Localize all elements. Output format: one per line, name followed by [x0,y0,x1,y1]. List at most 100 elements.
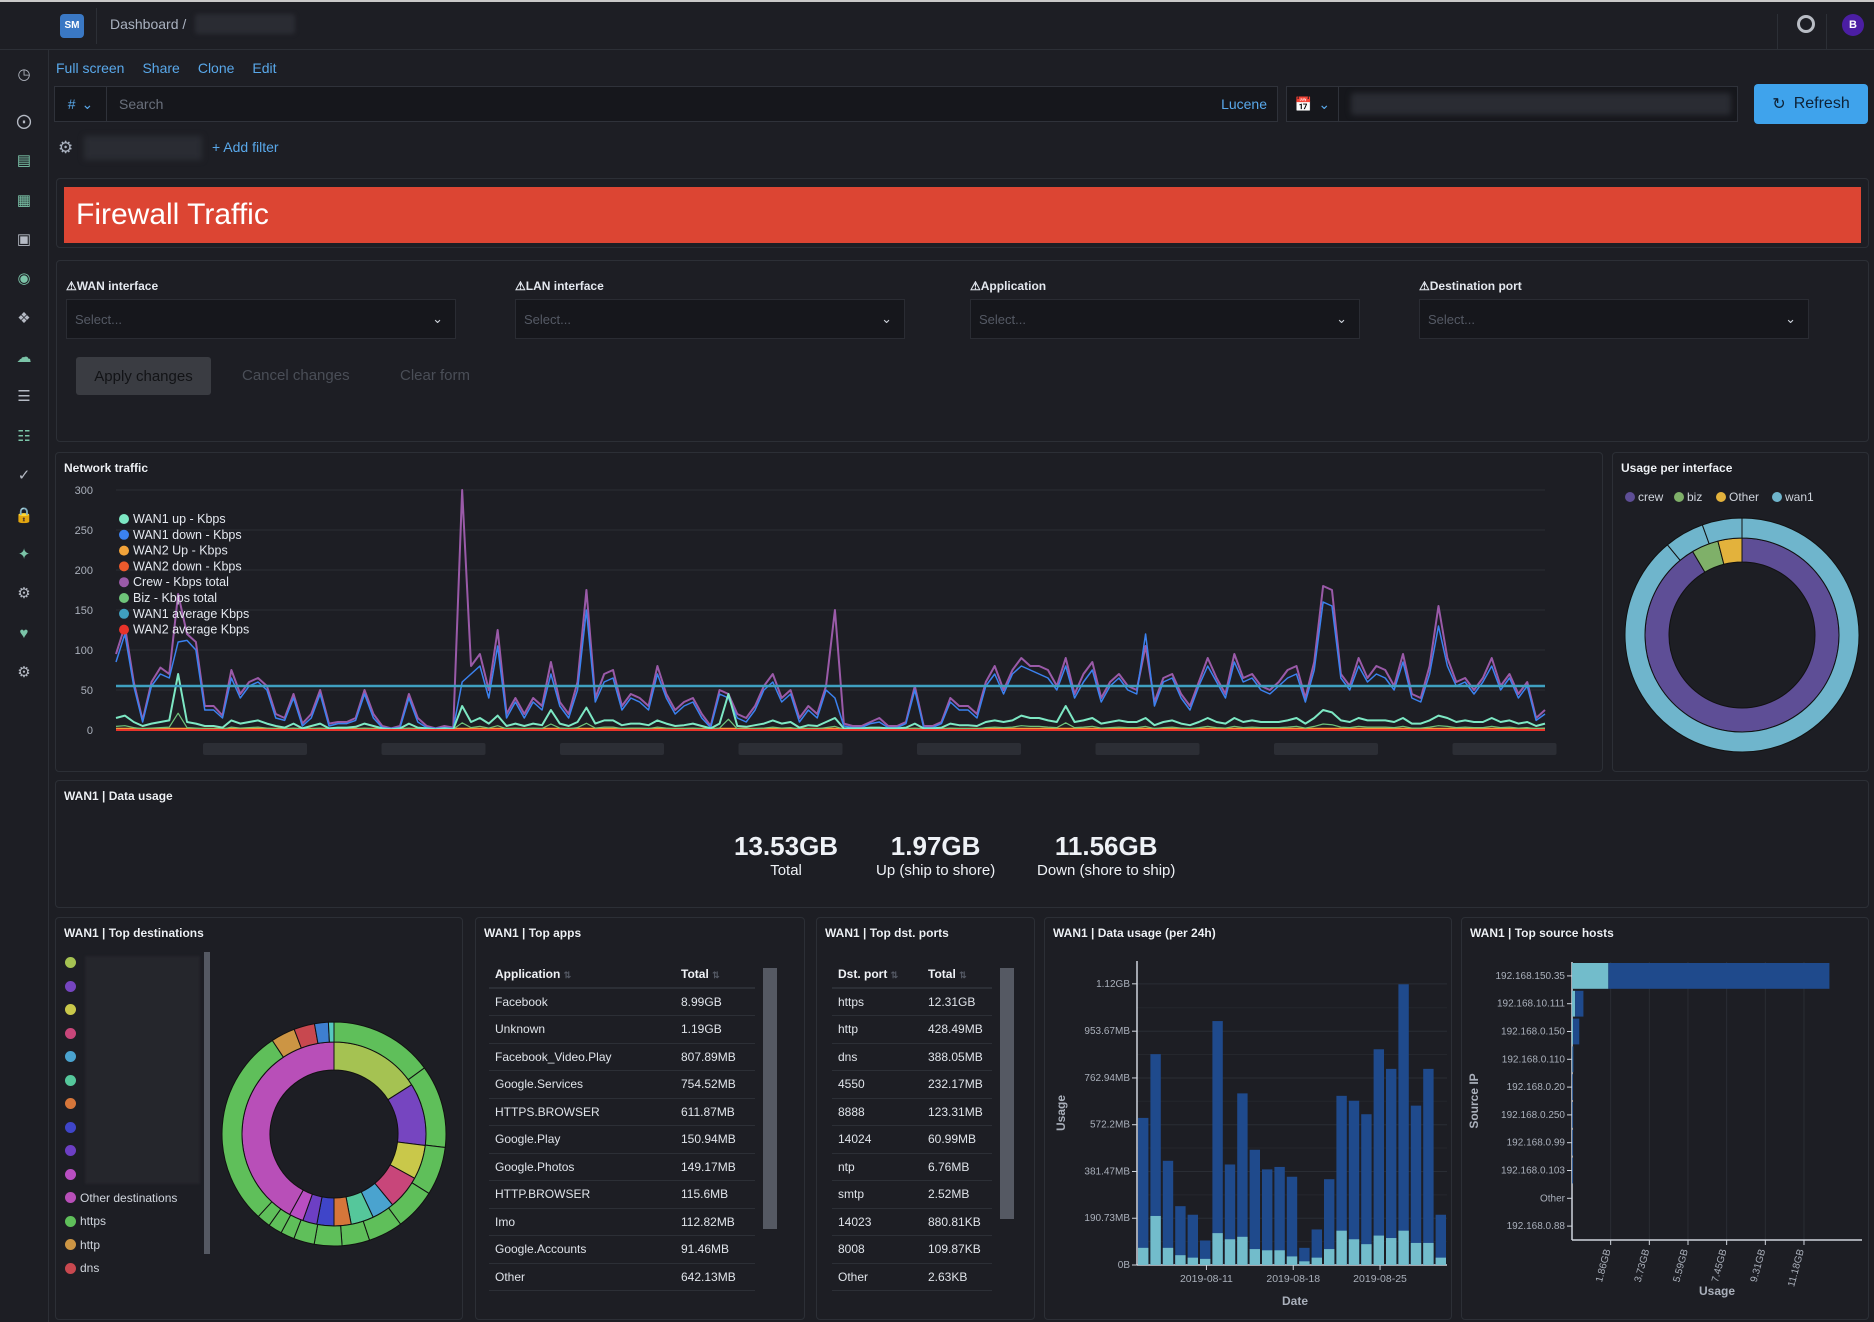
table-row[interactable]: 8888 123.31MB [832,1098,992,1126]
table-row[interactable]: 14024 60.99MB [832,1125,992,1154]
table-row[interactable]: HTTP.BROWSER 115.6MB [489,1180,755,1209]
table-row[interactable]: Facebook 8.99GB [489,988,755,1016]
stat-label: Down (shore to ship) [1037,862,1176,879]
refresh-button[interactable]: ↻ Refresh [1754,84,1868,124]
column-header[interactable]: Total ⇅ [675,961,755,989]
management-icon[interactable]: ⚙ [14,662,34,682]
table-header-row: Application ⇅ Total ⇅ [489,961,755,989]
search-input[interactable] [107,96,1222,112]
help-icon[interactable] [1797,15,1815,33]
tick-label: 0 [87,725,93,737]
bar-down [1573,1018,1580,1045]
stat-label: Up (ship to shore) [876,862,996,879]
query-language-toggle[interactable]: # ⌄ [55,87,107,121]
y-tick-label: 192.168.0.250 [1501,1110,1565,1121]
full-screen-link[interactable]: Full screen [56,60,124,76]
table-scrollbar[interactable] [763,968,777,1229]
table-header-row: Dst. port ⇅ Total ⇅ [832,961,992,989]
table-row[interactable]: Google.Services 754.52MB [489,1070,755,1099]
dashboard-icon[interactable]: ▦ [14,190,34,210]
siem-icon[interactable]: 🔒 [14,505,34,525]
table-row[interactable]: Google.Photos 149.17MB [489,1153,755,1181]
quick-date-button[interactable]: 📅 ⌄ [1287,87,1339,121]
bar-up [1187,1257,1198,1265]
legend-label: Crew - Kbps total [133,575,229,589]
top-source-hosts-chart[interactable]: 1.86GB 3.73GB 5.59GB 7.45GB 9.31GB 11.18GB 192… [1462,918,1870,1321]
table-row[interactable]: Unknown 1.19GB [489,1015,755,1044]
usage-per-interface-chart[interactable]: crew biz Other wan1 [1613,453,1870,773]
filter-settings-gear-icon[interactable]: ⚙ [58,138,73,158]
table-row[interactable]: Imo 112.82MB [489,1208,755,1236]
clear-form-button[interactable]: Clear form [400,367,470,384]
table-row[interactable]: smtp 2.52MB [832,1180,992,1209]
lan-interface-select[interactable]: Select... ⌄ [515,299,905,339]
table-row[interactable]: 4550 232.17MB [832,1070,992,1099]
table-row[interactable]: dns 388.05MB [832,1043,992,1071]
destination-port-select[interactable]: Select... ⌄ [1419,299,1809,339]
bar-down [1572,1129,1574,1156]
monitoring-icon[interactable]: ♥ [14,623,34,643]
clone-link[interactable]: Clone [198,60,235,76]
table-row[interactable]: Facebook_Video.Play 807.89MB [489,1043,755,1071]
warning-icon: ⚠ [970,279,981,293]
dashboard-actions: Full screen Share Clone Edit [56,60,277,76]
y-tick-label: 0B [1118,1260,1131,1271]
legend-dot [119,593,129,603]
table-row[interactable]: Google.Play 150.94MB [489,1125,755,1154]
maps-icon[interactable]: ◉ [14,268,34,288]
clock-icon[interactable]: ◷ [14,64,34,84]
compass-icon[interactable]: ⨀ [14,111,34,131]
graph-icon[interactable]: ✦ [14,544,34,564]
application-select[interactable]: Select... ⌄ [970,299,1360,339]
table-row[interactable]: 14023 880.81KB [832,1208,992,1236]
table-row[interactable]: http 428.49MB [832,1015,992,1044]
bar-down [1435,1214,1446,1265]
column-header[interactable]: Dst. port ⇅ [832,961,922,989]
table-row[interactable]: HTTPS.BROWSER 611.87MB [489,1098,755,1126]
divider [1826,14,1827,50]
canvas-icon[interactable]: ▣ [14,229,34,249]
add-filter-link[interactable]: + Add filter [212,139,279,155]
column-header[interactable]: Application ⇅ [489,961,675,989]
filter-pill-redacted[interactable] [84,136,202,160]
stat-value: 11.56GB [1054,831,1158,861]
top-destinations-chart[interactable] [56,918,464,1321]
user-avatar[interactable]: B [1842,14,1864,36]
chevron-down-icon: ⌄ [432,311,443,326]
breadcrumb[interactable]: Dashboard / [110,16,186,32]
legend-dot [119,529,129,540]
table-scrollbar[interactable] [1000,968,1014,1219]
legend-label: WAN2 Up - Kbps [133,544,228,558]
table-cell: 428.49MB [922,1015,992,1044]
column-header[interactable]: Total ⇅ [922,961,992,989]
share-link[interactable]: Share [142,60,179,76]
apm-icon[interactable]: ☷ [14,426,34,446]
top-apps-table: Application ⇅ Total ⇅ Facebook 8.99GB Unknow… [489,961,755,1291]
lucene-toggle[interactable]: Lucene [1221,96,1277,112]
ml-icon[interactable]: ❖ [14,308,34,328]
table-row[interactable]: ntp 6.76MB [832,1153,992,1181]
infra-icon[interactable]: ☁ [14,347,34,367]
bar-up [1435,1257,1446,1265]
devtools-icon[interactable]: ⚙ [14,583,34,603]
table-row[interactable]: Google.Accounts 91.46MB [489,1235,755,1264]
bar-up [1262,1250,1273,1265]
table-row[interactable]: 8008 109.87KB [832,1235,992,1264]
wan-interface-select[interactable]: Select... ⌄ [66,299,456,339]
uptime-icon[interactable]: ✓ [14,465,34,485]
cancel-changes-button[interactable]: Cancel changes [242,367,350,384]
table-row[interactable]: https 12.31GB [832,988,992,1016]
network-traffic-chart[interactable]: 0 50 100 150 200 250 300 WAN1 up - Kbps WAN1 dow… [56,453,1604,773]
edit-link[interactable]: Edit [252,60,276,76]
table-row[interactable]: Other 642.13MB [489,1263,755,1291]
table-row[interactable]: Other 2.63KB [832,1263,992,1291]
visualize-icon[interactable]: ▤ [14,150,34,170]
app-logo[interactable]: SM [60,14,84,38]
bar-up [1336,1230,1347,1265]
logs-icon[interactable]: ☰ [14,386,34,406]
bar-down [1386,1068,1397,1265]
data-usage-24h-chart[interactable]: 0B 190.73MB 381.47MB 572.2MB 762.94MB 953.67M… [1045,918,1453,1321]
date-range-redacted[interactable] [1351,93,1731,115]
network-traffic-panel: Network traffic 0 50 100 150 200 250 300 WAN1 u… [55,452,1603,772]
apply-changes-button[interactable]: Apply changes [76,357,211,395]
